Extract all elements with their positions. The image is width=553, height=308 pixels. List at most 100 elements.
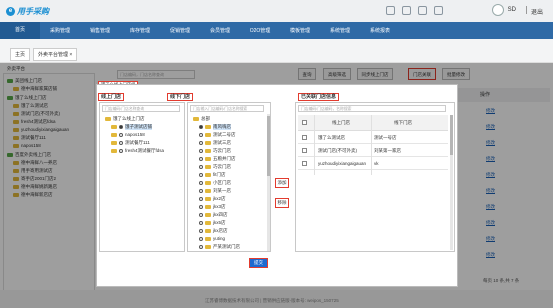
offline-store-item[interactable]: 小区门店 [199,180,231,186]
radio-icon[interactable] [199,141,203,145]
table-row[interactable]: 测试门店(不可外卖) 刘某第一家店 [298,144,448,157]
linked-stores-panel: 门店编码/门店编码，名称搜索 线上门店 线下门店 饿了么测试店 测试一号店 测试… [295,102,455,252]
offline-store-item[interactable]: 巧云门店 [199,164,231,170]
tab-home[interactable]: 主页 [10,48,31,61]
linked-online-store: 测试门店(不可外卖) [318,148,357,153]
radio-icon[interactable] [199,173,203,177]
linked-scrollbar[interactable] [450,115,453,250]
offline-store-item[interactable]: 测试二号店 [199,132,236,138]
radio-icon[interactable] [119,132,123,137]
logo: e 用手采购 [6,5,54,17]
offline-store-item[interactable]: 测试三店 [199,140,231,146]
offline-store-item[interactable]: jkx2店 [199,196,226,202]
radio-icon[interactable] [199,181,203,185]
user-area[interactable]: SD [491,4,516,16]
scrollbar-thumb[interactable] [267,116,270,176]
logo-text: 用手采购 [17,6,49,16]
offline-store-item[interactable]: 五粮井门店 [199,156,236,162]
offline-store-item[interactable]: 严某测试门店 [199,244,240,250]
folder-icon [205,197,211,201]
nav-item-o2o[interactable]: O2O管理 [240,27,280,34]
radio-icon[interactable] [199,229,203,233]
nav-item-purchase[interactable]: 采购管理 [40,27,80,34]
avatar[interactable] [491,4,504,16]
folder-icon [205,221,211,225]
radio-icon[interactable] [199,125,203,129]
column-header-online: 线上门店 [332,120,350,125]
folder-icon [205,125,211,129]
submit-button[interactable]: 提交 [249,258,268,268]
scrollbar-thumb[interactable] [450,115,453,155]
online-store-item[interactable]: 测试餐厅111 [111,140,150,146]
offline-store-item[interactable]: 巧云门店 [199,148,231,154]
row-checkbox[interactable] [302,161,307,166]
radio-icon[interactable] [199,149,203,153]
column-header-offline: 线下门店 [394,120,412,125]
radio-icon[interactable] [199,189,203,193]
nav-item-home[interactable]: 首页 [0,22,40,39]
header-divider [526,6,527,14]
online-store-item[interactable]: fresh4测试餐厅fdsa [111,148,164,154]
app-window: e 用手采购 SD 退出 首页 采购管理 销售管理 库存管理 促销管理 会员管理… [0,0,553,308]
nav-item-inventory[interactable]: 库存管理 [120,27,160,34]
remove-button[interactable]: 移除 [275,198,289,208]
folder-icon [111,141,117,145]
notification-icon[interactable] [402,6,411,15]
nav-item-system[interactable]: 系统管理 [320,27,360,34]
tab-takeout-platform[interactable]: 外卖平台管理 × [33,48,78,61]
message-icon[interactable] [386,6,395,15]
folder-icon [205,189,211,193]
folder-icon [205,173,211,177]
folder-icon [205,205,211,209]
add-button[interactable]: 添加 [275,178,289,188]
offline-store-item[interactable]: 南风嗨店 [199,124,231,130]
radio-icon[interactable] [119,125,123,129]
nav-item-promotion[interactable]: 促销管理 [160,27,200,34]
logout-link[interactable]: 退出 [531,7,543,16]
radio-icon[interactable] [199,236,203,241]
table-row[interactable]: yuzhoudiyixiangaigauan vk [298,157,448,170]
settings-icon[interactable] [418,6,427,15]
linked-search-input[interactable]: 门店编码/门店编码，名称搜索 [298,105,446,112]
nav-item-reports[interactable]: 系统报表 [360,27,400,34]
nav-item-template[interactable]: 模板管理 [280,27,320,34]
select-all-checkbox[interactable] [302,120,307,125]
offline-scrollbar[interactable] [267,114,270,251]
radio-icon[interactable] [119,141,123,145]
offline-store-item[interactable]: jkx3店 [199,204,226,210]
offline-store-item[interactable]: jkx四店 [199,212,228,218]
offline-store-item[interactable]: jkx店店 [199,228,228,234]
online-store-item[interactable]: 饿子测试店铺 [111,124,152,130]
main-nav: 首页 采购管理 销售管理 库存管理 促销管理 会员管理 O2O管理 模板管理 系… [0,22,553,39]
help-icon[interactable] [434,6,443,15]
radio-icon[interactable] [199,133,203,137]
folder-icon [205,213,211,217]
radio-icon[interactable] [119,149,123,153]
online-search-input[interactable]: 门店编码/门店名称查询 [102,105,180,112]
nav-item-sales[interactable]: 销售管理 [80,27,120,34]
online-stores-panel: 门店编码/门店名称查询 饿了么线上门店 饿子测试店铺 napos158 测试餐厅… [99,102,185,252]
row-checkbox[interactable] [302,148,307,153]
radio-icon[interactable] [199,245,203,249]
radio-icon[interactable] [199,221,203,225]
radio-icon[interactable] [199,205,203,209]
offline-store-item[interactable]: yuting [199,236,225,241]
offline-search-input[interactable]: 门店输入门店编码/门店名称搜索 [190,105,264,112]
folder-icon [205,157,211,161]
table-row[interactable]: 饿了么测试店 测试一号店 [298,131,448,144]
online-store-item[interactable]: napos158 [111,132,145,137]
offline-store-item[interactable]: jkx5店 [199,220,226,226]
offline-store-item[interactable]: fit门店 [199,172,226,178]
offline-store-item[interactable]: 刘某一店 [199,188,231,194]
row-checkbox[interactable] [302,135,307,140]
folder-icon [111,125,117,129]
online-tree-root[interactable]: 饿了么线上门店 [105,116,145,122]
radio-icon[interactable] [199,165,203,169]
nav-item-member[interactable]: 会员管理 [200,27,240,34]
folder-icon [205,149,211,153]
radio-icon[interactable] [199,197,203,201]
radio-icon[interactable] [199,213,203,217]
linked-offline-store: vk [374,161,379,166]
offline-tree-root[interactable]: 总部 [193,116,210,122]
radio-icon[interactable] [199,157,203,161]
